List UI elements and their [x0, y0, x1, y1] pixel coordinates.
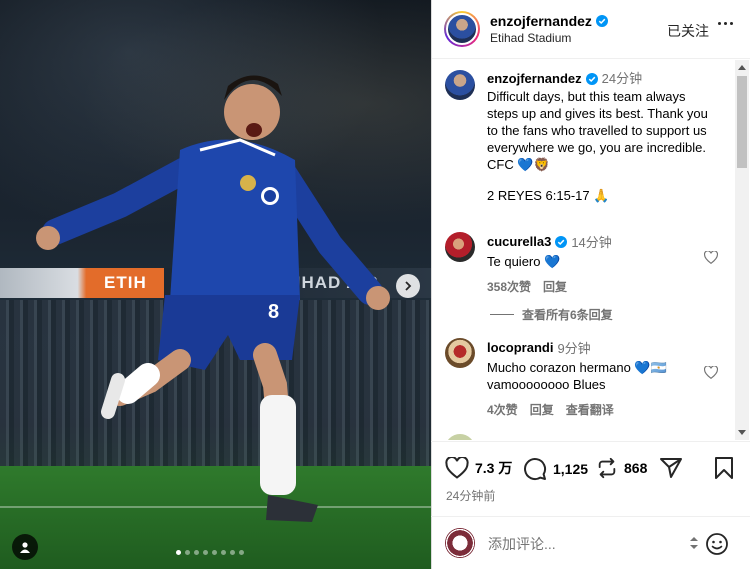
carousel-dot [176, 550, 181, 555]
comment-like-heart-icon[interactable] [704, 251, 718, 264]
emoji-icon[interactable] [705, 532, 729, 556]
instagram-post-viewer: ETIH ETIHAD AIR 8 enzojfernandez Etihad … [0, 0, 750, 569]
posted-time[interactable]: 24分钟前 [446, 487, 495, 504]
carousel-dot [203, 550, 208, 555]
comment-item: cucurella3 14分钟 Te quiero 💙 358次赞 回复 [445, 232, 707, 295]
current-user-avatar [445, 528, 475, 558]
comment-time[interactable]: 14分钟 [571, 232, 611, 251]
author-avatar[interactable] [444, 11, 480, 47]
comment-like-count[interactable]: 4次赞 [487, 401, 518, 418]
scroll-thumb[interactable] [737, 76, 747, 168]
verified-badge-icon [595, 15, 608, 27]
comment-item-partial [445, 434, 475, 440]
caption-time[interactable]: 24分钟 [602, 70, 642, 87]
bookmark-icon [715, 457, 733, 479]
carousel-dots [176, 550, 244, 555]
post-location[interactable]: Etihad Stadium [490, 31, 608, 45]
comment-text: Mucho corazon hermano 💙🇦🇷 vamoooooooo Bl… [487, 360, 667, 392]
caption-text: Difficult days, but this team always ste… [487, 89, 708, 172]
follow-status-button[interactable]: 已关注 [667, 21, 709, 41]
carousel-dot [212, 550, 217, 555]
scroll-down-arrow[interactable] [738, 430, 746, 435]
heart-icon [445, 457, 469, 479]
comment-count: 1,125 [553, 461, 589, 477]
comment-reply-button[interactable]: 回复 [530, 401, 554, 418]
spinner-arrows-icon[interactable] [689, 535, 699, 551]
comment-reply-button[interactable]: 回复 [543, 278, 567, 295]
chevron-right-icon [405, 281, 412, 291]
commenter-username[interactable]: cucurella3 [487, 234, 551, 249]
more-options-icon[interactable] [718, 22, 733, 25]
verified-badge-icon [555, 235, 568, 248]
view-replies-link[interactable]: 查看所有6条回复 [490, 306, 613, 323]
comment-like-heart-icon[interactable] [704, 366, 718, 379]
repost-count: 868 [624, 460, 648, 476]
like-count: 7.3 万 [475, 460, 513, 476]
caption-verse: 2 REYES 6:15-17 🙏 [487, 188, 610, 203]
like-button[interactable]: 7.3 万 [445, 457, 512, 479]
carousel-dot [230, 550, 235, 555]
comments-scrollbar[interactable] [735, 60, 749, 440]
caption-author-avatar[interactable] [445, 70, 475, 100]
comment-like-count[interactable]: 358次赞 [487, 278, 531, 295]
scroll-up-arrow[interactable] [738, 65, 746, 70]
comment-time[interactable]: 9分钟 [557, 338, 590, 357]
user-tag-icon [20, 542, 30, 553]
tagged-users-button[interactable] [12, 534, 38, 560]
save-button[interactable] [714, 457, 734, 479]
see-translation-link[interactable]: 查看翻译 [566, 401, 614, 418]
verified-badge-icon [585, 72, 598, 85]
author-username[interactable]: enzojfernandez [490, 13, 592, 29]
carousel-dot [221, 550, 226, 555]
commenter-avatar[interactable] [445, 232, 475, 262]
repost-button[interactable]: 868 [596, 457, 647, 479]
add-comment-input[interactable] [488, 534, 688, 554]
comment-item: locoprandi 9分钟 Mucho corazon hermano 💙🇦🇷… [445, 338, 707, 418]
repost-icon [598, 457, 616, 479]
comment-button[interactable]: 1,125 [523, 457, 588, 481]
post-photo[interactable]: ETIH ETIHAD AIR 8 [0, 0, 431, 569]
carousel-dot [185, 550, 190, 555]
post-actions-bar: 7.3 万 1,125 868 24分钟前 [431, 441, 750, 511]
view-replies-label: 查看所有6条回复 [522, 308, 613, 322]
next-photo-button[interactable] [396, 274, 420, 298]
caption-username[interactable]: enzojfernandez [487, 70, 582, 87]
share-button[interactable] [659, 457, 683, 479]
comment-text: Te quiero 💙 [487, 254, 561, 269]
comment-icon [524, 458, 547, 481]
commenter-username[interactable]: locoprandi [487, 340, 553, 355]
carousel-dot [194, 550, 199, 555]
caption-block: enzojfernandez 24分钟 Difficult days, but … [445, 70, 715, 204]
comments-list: enzojfernandez 24分钟 Difficult days, but … [431, 60, 735, 440]
celebrating-player-illustration: 8 [36, 75, 390, 522]
send-icon [660, 458, 682, 478]
commenter-avatar[interactable] [445, 338, 475, 368]
svg-text:8: 8 [268, 301, 279, 323]
post-header: enzojfernandez Etihad Stadium 已关注 [432, 0, 750, 59]
carousel-dot [239, 550, 244, 555]
comment-composer [431, 516, 750, 569]
